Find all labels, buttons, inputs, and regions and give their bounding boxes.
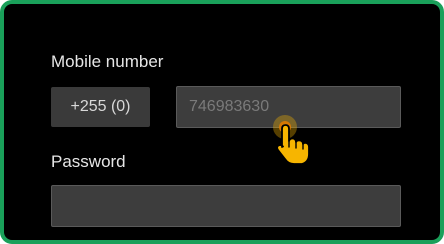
login-form-panel: Mobile number +255 (0) Password bbox=[0, 0, 444, 244]
mobile-number-label: Mobile number bbox=[51, 52, 164, 71]
country-code-select[interactable]: +255 (0) bbox=[51, 87, 150, 127]
password-label: Password bbox=[51, 152, 126, 171]
password-input[interactable] bbox=[51, 185, 401, 227]
mobile-number-input[interactable] bbox=[176, 86, 401, 128]
